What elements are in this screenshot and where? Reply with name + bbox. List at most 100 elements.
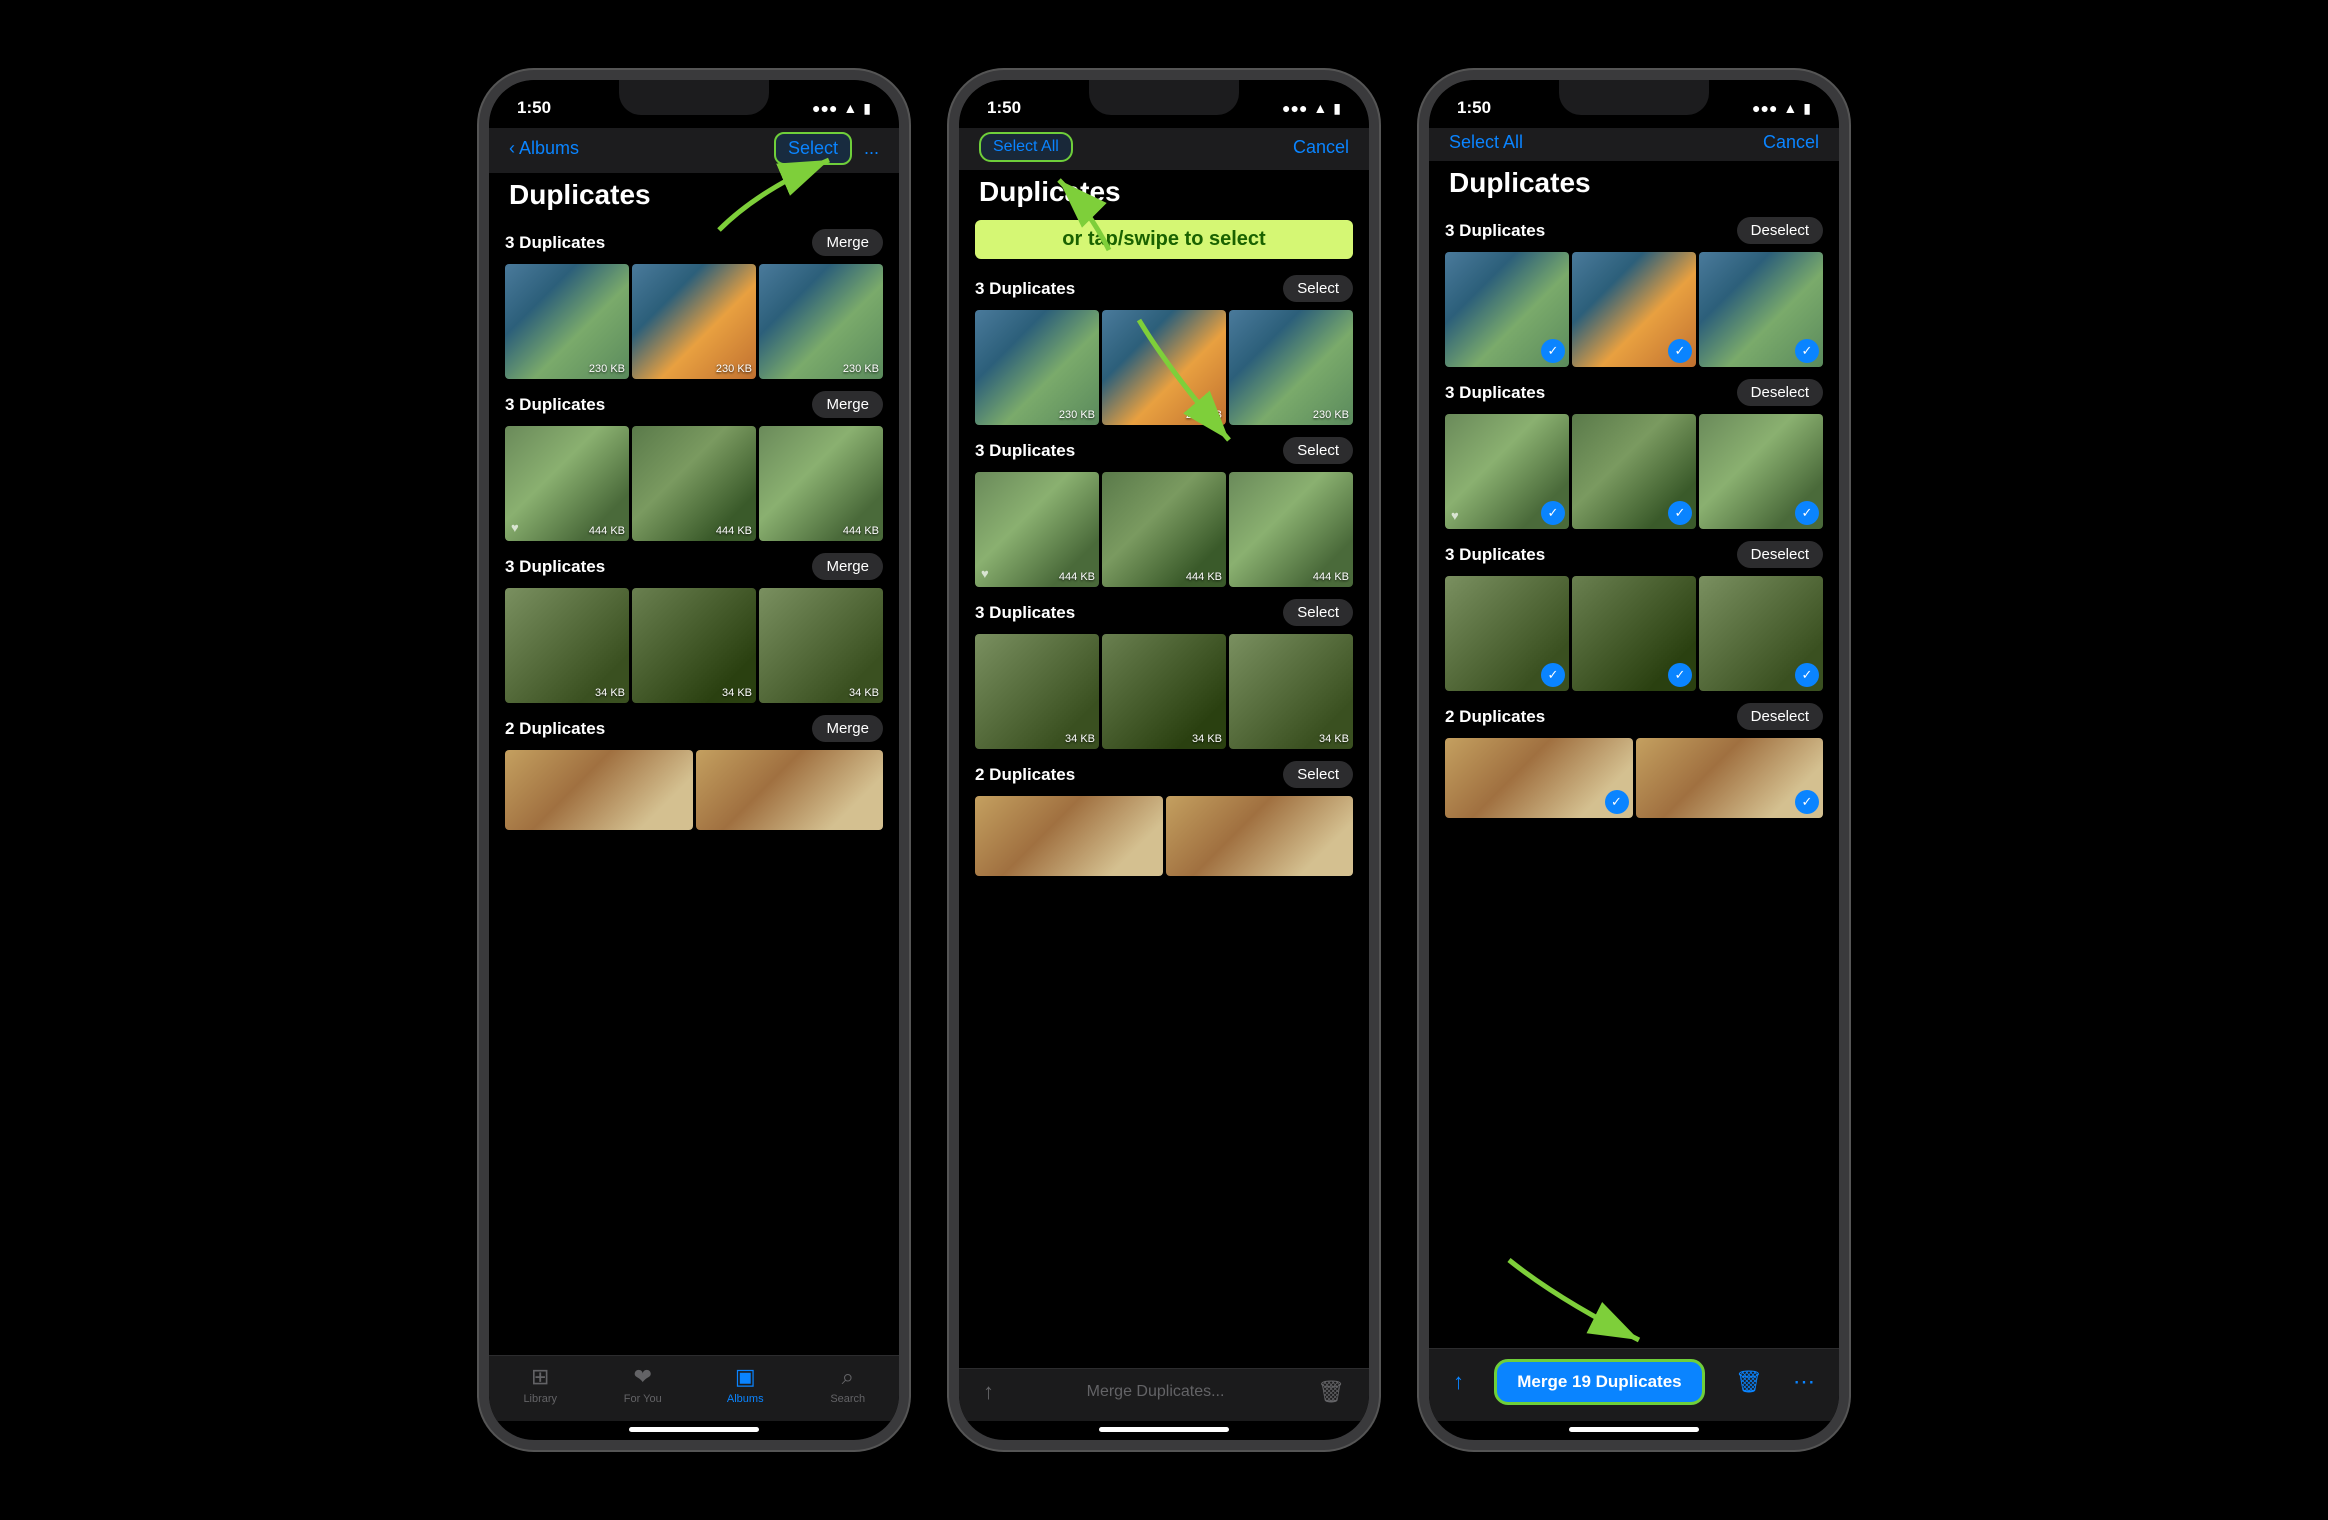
- select-btn-2-4[interactable]: Select: [1283, 761, 1353, 788]
- page-title-2: Duplicates: [959, 170, 1369, 216]
- phone-1-frame: 1:50 ●●● ▲ ▮ ‹ Albums Select ...: [479, 70, 909, 1450]
- photo-cell[interactable]: 34 KB: [759, 588, 883, 703]
- select-btn-2-3[interactable]: Select: [1283, 599, 1353, 626]
- dup-group-3-2: 3 Duplicates Deselect ♥ ✓ ✓ ✓: [1429, 369, 1839, 529]
- check-icon: ✓: [1795, 339, 1819, 363]
- dup-header-3-1: 3 Duplicates Deselect: [1445, 207, 1823, 252]
- dup-label-3-2: 3 Duplicates: [1445, 383, 1545, 403]
- photo-cell[interactable]: [696, 750, 884, 830]
- photo-cell[interactable]: ♥ 444 KB: [505, 426, 629, 541]
- photo-cell[interactable]: 230 KB: [975, 310, 1099, 425]
- tab-albums-1[interactable]: ▣ Albums: [705, 1364, 785, 1405]
- photo-grid-1-4: [505, 750, 883, 830]
- photo-cell[interactable]: 34 KB: [632, 588, 756, 703]
- trash-icon-2[interactable]: 🗑: [1317, 1379, 1345, 1405]
- photo-cell[interactable]: ✓: [1699, 414, 1823, 529]
- dup-group-3-3: 3 Duplicates Deselect ✓ ✓ ✓: [1429, 531, 1839, 691]
- check-icon: ✓: [1668, 663, 1692, 687]
- photo-cell[interactable]: ✓: [1445, 738, 1633, 818]
- cancel-button-3[interactable]: Cancel: [1763, 132, 1819, 153]
- tab-foryou-1[interactable]: ❤ For You: [603, 1364, 683, 1405]
- photo-cell[interactable]: 230 KB: [1229, 310, 1353, 425]
- photo-cell[interactable]: ✓: [1699, 576, 1823, 691]
- photo-cell[interactable]: ♥ 444 KB: [975, 472, 1099, 587]
- deselect-btn-3-4[interactable]: Deselect: [1737, 703, 1823, 730]
- merge-btn-1-1[interactable]: Merge: [812, 229, 883, 256]
- scroll-content-1: 3 Duplicates Merge 230 KB 230 KB 230 KB: [489, 219, 899, 1355]
- share-icon-2[interactable]: ↑: [983, 1379, 994, 1405]
- status-time-2: 1:50: [987, 98, 1021, 118]
- select-btn-2-1[interactable]: Select: [1283, 275, 1353, 302]
- photo-cell[interactable]: 230 KB: [632, 264, 756, 379]
- photo-cell[interactable]: 444 KB: [1229, 472, 1353, 587]
- photo-cell[interactable]: 444 KB: [759, 426, 883, 541]
- back-label-1: Albums: [519, 138, 579, 159]
- library-icon-1: ⊞: [531, 1364, 549, 1390]
- cancel-button-2[interactable]: Cancel: [1293, 137, 1349, 158]
- merge-btn-1-3[interactable]: Merge: [812, 553, 883, 580]
- photo-cell[interactable]: ✓: [1572, 252, 1696, 367]
- photo-cell[interactable]: ✓: [1445, 576, 1569, 691]
- phone-2-frame: 1:50 ●●● ▲ ▮ Select All Cancel Duplicate…: [949, 70, 1379, 1450]
- photo-size: 34 KB: [722, 687, 752, 699]
- photo-cell[interactable]: 230 KB: [1102, 310, 1226, 425]
- photo-size: 444 KB: [716, 525, 752, 537]
- select-all-button-3[interactable]: Select All: [1449, 132, 1523, 153]
- merge-btn-1-4[interactable]: Merge: [812, 715, 883, 742]
- trash-icon-3[interactable]: 🗑: [1735, 1369, 1763, 1395]
- dup-label-2-2: 3 Duplicates: [975, 441, 1075, 461]
- photo-cell[interactable]: 230 KB: [505, 264, 629, 379]
- merge-btn-1-2[interactable]: Merge: [812, 391, 883, 418]
- battery-icon-2: ▮: [1333, 100, 1341, 117]
- photo-size: 444 KB: [1313, 571, 1349, 583]
- photo-cell[interactable]: ✓: [1699, 252, 1823, 367]
- photo-cell[interactable]: ✓: [1636, 738, 1824, 818]
- photo-cell[interactable]: ✓: [1445, 252, 1569, 367]
- photo-cell[interactable]: [1166, 796, 1354, 876]
- nav-actions-1: Select ...: [774, 132, 879, 165]
- photo-cell[interactable]: 444 KB: [632, 426, 756, 541]
- dup-group-2-1: 3 Duplicates Select 230 KB 230 KB 230 KB: [959, 265, 1369, 425]
- photo-cell[interactable]: 34 KB: [975, 634, 1099, 749]
- photo-cell[interactable]: 34 KB: [505, 588, 629, 703]
- select-btn-2-2[interactable]: Select: [1283, 437, 1353, 464]
- photo-cell[interactable]: 34 KB: [1229, 634, 1353, 749]
- photo-cell[interactable]: [975, 796, 1163, 876]
- dup-header-1-3: 3 Duplicates Merge: [505, 543, 883, 588]
- photo-cell[interactable]: ✓: [1572, 576, 1696, 691]
- more-button-1[interactable]: ...: [864, 138, 879, 159]
- share-icon-3[interactable]: ↑: [1453, 1369, 1464, 1395]
- merge-19-button[interactable]: Merge 19 Duplicates: [1494, 1359, 1704, 1405]
- photo-cell[interactable]: ✓: [1572, 414, 1696, 529]
- select-button-1[interactable]: Select: [774, 132, 852, 165]
- deselect-btn-3-1[interactable]: Deselect: [1737, 217, 1823, 244]
- tab-search-1[interactable]: ⌕ Search: [808, 1364, 888, 1405]
- deselect-btn-3-2[interactable]: Deselect: [1737, 379, 1823, 406]
- wifi-icon-3: ▲: [1783, 100, 1797, 116]
- albums-icon-1: ▣: [735, 1364, 756, 1390]
- dup-group-1-3: 3 Duplicates Merge 34 KB 34 KB 34 KB: [489, 543, 899, 703]
- dup-label-1-4: 2 Duplicates: [505, 719, 605, 739]
- photo-grid-2-1: 230 KB 230 KB 230 KB: [975, 310, 1353, 425]
- select-all-button-2[interactable]: Select All: [979, 132, 1073, 162]
- dup-group-1-1: 3 Duplicates Merge 230 KB 230 KB 230 KB: [489, 219, 899, 379]
- photo-cell[interactable]: ♥ ✓: [1445, 414, 1569, 529]
- tab-library-1[interactable]: ⊞ Library: [500, 1364, 580, 1405]
- photo-cell[interactable]: [505, 750, 693, 830]
- photo-size: 444 KB: [1059, 571, 1095, 583]
- heart-icon: ♥: [511, 520, 519, 535]
- back-button-1[interactable]: ‹ Albums: [509, 138, 579, 159]
- photo-size: 34 KB: [595, 687, 625, 699]
- photo-size: 444 KB: [843, 525, 879, 537]
- deselect-btn-3-3[interactable]: Deselect: [1737, 541, 1823, 568]
- photo-cell[interactable]: 230 KB: [759, 264, 883, 379]
- home-indicator-2: [1099, 1427, 1229, 1432]
- photo-cell[interactable]: 444 KB: [1102, 472, 1226, 587]
- tab-search-label-1: Search: [830, 1393, 865, 1405]
- dup-group-1-2: 3 Duplicates Merge ♥ 444 KB 444 KB 444 K…: [489, 381, 899, 541]
- signal-icon-3: ●●●: [1752, 100, 1777, 116]
- more-icon-3[interactable]: ⋯: [1793, 1369, 1815, 1395]
- photo-cell[interactable]: 34 KB: [1102, 634, 1226, 749]
- phone-3-notch: [1559, 80, 1709, 115]
- phone-2-notch: [1089, 80, 1239, 115]
